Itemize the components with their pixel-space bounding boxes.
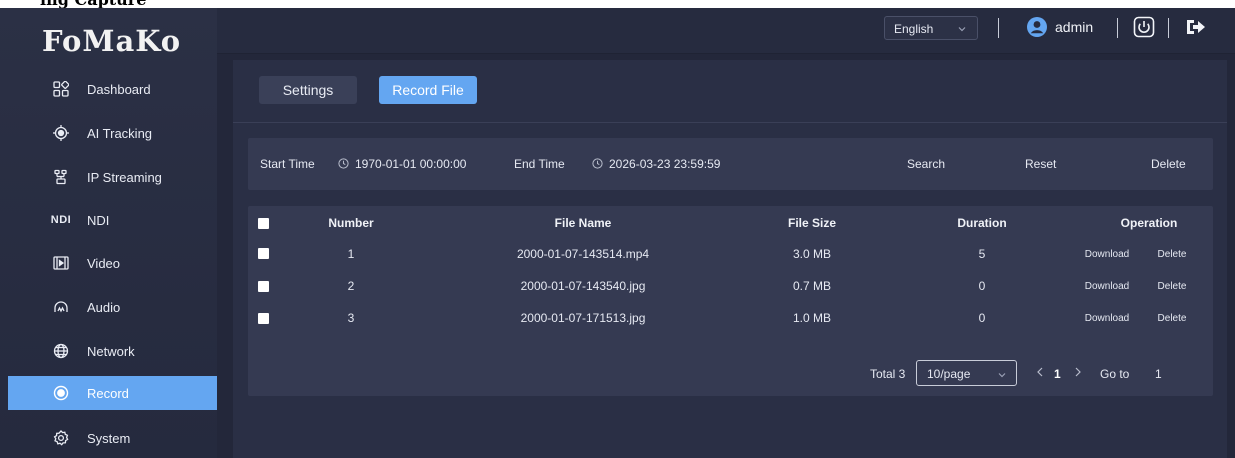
cell-file-size: 1.0 MB [792, 311, 832, 325]
delete-link[interactable]: Delete [1158, 313, 1187, 324]
cell-file-size: 3.0 MB [792, 247, 832, 261]
separator [1117, 18, 1118, 38]
column-header-file-size: File Size [787, 216, 837, 230]
prev-page-icon[interactable] [1036, 366, 1044, 381]
sidebar-item-label: AI Tracking [87, 125, 153, 141]
select-all-checkbox[interactable] [258, 218, 269, 229]
download-link[interactable]: Download [1085, 281, 1129, 292]
logo: FoMaKo [42, 24, 182, 58]
cell-number: 3 [347, 311, 355, 325]
next-page-icon[interactable] [1074, 366, 1082, 381]
globe-icon [52, 342, 70, 360]
row-checkbox[interactable] [258, 281, 269, 292]
sidebar-item-label: Video [87, 255, 121, 271]
download-link[interactable]: Download [1085, 313, 1129, 324]
cell-number: 1 [347, 247, 355, 261]
caption-text: ing Capture [40, 0, 146, 8]
current-page[interactable]: 1 [1054, 367, 1061, 381]
sidebar-item-dashboard[interactable]: Dashboard [8, 72, 217, 106]
search-button[interactable]: Search [907, 157, 945, 171]
tab-settings[interactable]: Settings [259, 76, 357, 104]
clock-icon [338, 158, 349, 169]
tab-record-file[interactable]: Record File [379, 76, 477, 104]
column-header-duration: Duration [957, 216, 1007, 230]
goto-input[interactable]: 1 [1155, 367, 1162, 381]
app-window: FoMaKo Dashboard AI Tracking IP Streamin… [0, 8, 1235, 458]
page-size-select[interactable]: 10/page [916, 360, 1017, 386]
sidebar-item-label: Network [87, 343, 135, 359]
sidebar-item-label: IP Streaming [87, 169, 162, 185]
sidebar-item-network[interactable]: Network [8, 334, 217, 368]
goto-label: Go to [1100, 367, 1130, 381]
column-header-number: Number [328, 216, 374, 230]
target-icon [52, 124, 70, 142]
top-caption: ing Capture [0, 0, 260, 8]
divider [233, 122, 1227, 123]
sidebar-item-label: Dashboard [87, 81, 151, 97]
reset-button[interactable]: Reset [1025, 157, 1056, 171]
sidebar-item-ai-tracking[interactable]: AI Tracking [8, 116, 217, 150]
cell-number: 2 [347, 279, 355, 293]
ndi-mark: NDI [50, 214, 72, 226]
chevron-down-icon [957, 23, 967, 33]
filter-bar: Start Time 1970-01-01 00:00:00 End Time … [248, 138, 1213, 190]
start-time-picker[interactable]: 1970-01-01 00:00:00 [338, 157, 466, 171]
logout-icon[interactable] [1185, 16, 1207, 38]
column-header-operation: Operation [1120, 216, 1178, 230]
row-checkbox[interactable] [258, 313, 269, 324]
start-time-label: Start Time [260, 157, 315, 171]
language-value: English [894, 22, 934, 36]
top-bar: English admin [217, 8, 1235, 54]
cell-duration: 5 [978, 247, 986, 261]
ndi-icon: NDI [48, 211, 74, 229]
clock-icon [592, 158, 603, 169]
sidebar-item-video[interactable]: Video [8, 246, 217, 280]
gear-icon [52, 429, 70, 447]
total-count: Total 3 [870, 367, 906, 381]
video-icon [52, 254, 70, 272]
delete-link[interactable]: Delete [1158, 249, 1187, 260]
cell-file-name: 2000-01-07-143540.jpg [520, 279, 646, 293]
sidebar-item-label: Audio [87, 299, 121, 315]
cell-file-name: 2000-01-07-171513.jpg [520, 311, 646, 325]
delete-link[interactable]: Delete [1158, 281, 1187, 292]
sidebar-item-record[interactable]: Record [8, 376, 217, 410]
start-time-value: 1970-01-01 00:00:00 [355, 157, 467, 171]
separator [1168, 18, 1169, 38]
sidebar-item-ndi[interactable]: NDI NDI [8, 203, 217, 237]
sidebar: FoMaKo Dashboard AI Tracking IP Streamin… [0, 8, 217, 458]
end-time-value: 2026-03-23 23:59:59 [609, 157, 721, 171]
language-select[interactable]: English [884, 16, 978, 40]
cell-duration: 0 [978, 311, 986, 325]
user-avatar-icon[interactable] [1026, 16, 1048, 38]
cell-file-name: 2000-01-07-143514.mp4 [516, 247, 650, 261]
separator [998, 18, 999, 38]
power-icon[interactable] [1133, 16, 1155, 38]
chevron-down-icon [997, 369, 1007, 379]
page-size-value: 10/page [927, 367, 971, 381]
delete-button[interactable]: Delete [1151, 157, 1186, 171]
column-header-file-name: File Name [554, 216, 612, 230]
sidebar-item-ip-streaming[interactable]: IP Streaming [8, 160, 217, 194]
record-table: Number File Name File Size Duration Oper… [248, 206, 1213, 396]
dashboard-icon [52, 80, 70, 98]
sidebar-item-audio[interactable]: Audio [8, 290, 217, 324]
sidebar-item-label: Record [87, 385, 129, 401]
end-time-label: End Time [514, 157, 565, 171]
sidebar-item-system[interactable]: System [8, 421, 217, 455]
main-content: Settings Record File Start Time 1970-01-… [233, 60, 1227, 458]
record-icon [52, 384, 70, 402]
cell-file-size: 0.7 MB [792, 279, 832, 293]
sidebar-item-label: System [87, 430, 131, 446]
username[interactable]: admin [1055, 19, 1093, 35]
streaming-icon [52, 168, 70, 186]
cell-duration: 0 [978, 279, 986, 293]
sidebar-item-label: NDI [87, 212, 110, 228]
row-checkbox[interactable] [258, 248, 269, 259]
end-time-picker[interactable]: 2026-03-23 23:59:59 [592, 157, 720, 171]
download-link[interactable]: Download [1085, 249, 1129, 260]
audio-icon [52, 298, 70, 316]
